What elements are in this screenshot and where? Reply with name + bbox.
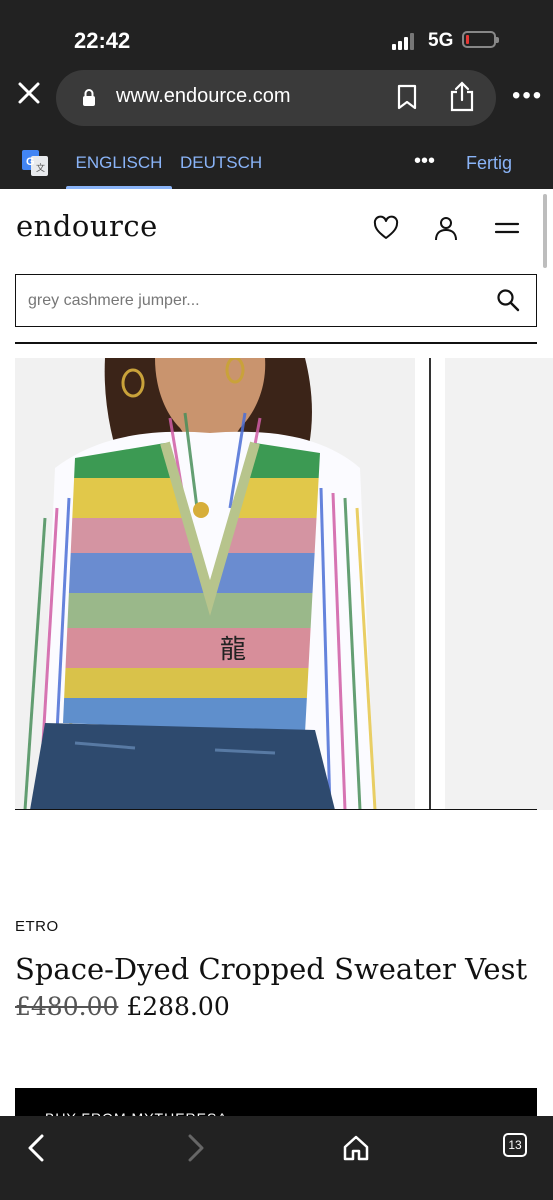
tab-target-language[interactable]: DEUTSCH [180, 140, 262, 189]
search-input[interactable] [26, 287, 470, 315]
site-logo[interactable]: endource [16, 209, 158, 243]
network-type: 5G [428, 30, 454, 51]
gallery-separator [429, 358, 431, 810]
lock-icon [83, 89, 95, 106]
svg-text:G: G [26, 156, 35, 168]
signal-icon [392, 32, 418, 50]
page-scrollbar[interactable] [543, 194, 547, 268]
heart-icon[interactable] [372, 214, 400, 242]
translate-done-button[interactable]: Fertig [466, 140, 512, 186]
google-translate-icon: G 文 [22, 150, 48, 176]
price-original: £480.00 [15, 992, 119, 1021]
forward-icon[interactable] [176, 1128, 216, 1168]
tab-source-language[interactable]: ENGLISCH [66, 140, 172, 189]
bookmark-icon[interactable] [396, 84, 418, 110]
gallery-divider [15, 809, 537, 810]
url-text: www.endource.com [116, 85, 291, 107]
more-icon[interactable]: ••• [512, 82, 543, 110]
share-icon[interactable] [448, 80, 476, 112]
search-icon[interactable] [496, 288, 520, 312]
browser-toolbar: www.endource.com ••• [0, 70, 553, 140]
back-icon[interactable] [16, 1128, 56, 1168]
svg-text:龍: 龍 [220, 635, 246, 665]
translate-more-icon[interactable]: ••• [414, 150, 435, 173]
close-icon[interactable] [14, 80, 44, 110]
product-price: £480.00 £288.00 [15, 992, 230, 1021]
product-title: Space-Dyed Cropped Sweater Vest [15, 952, 528, 986]
battery-icon [462, 31, 499, 48]
header-divider [15, 342, 537, 344]
svg-text:文: 文 [36, 162, 45, 173]
menu-icon[interactable] [493, 214, 521, 242]
status-time: 22:42 [74, 28, 131, 53]
product-image[interactable]: 龍 [15, 358, 415, 810]
account-icon[interactable] [432, 214, 460, 242]
translate-bar: G 文 ENGLISCH DEUTSCH ••• Fertig [0, 140, 553, 189]
address-bar[interactable]: www.endource.com [56, 70, 496, 126]
product-image-next[interactable] [445, 358, 553, 810]
tabs-count-icon[interactable]: 13 [503, 1133, 527, 1157]
product-designer[interactable]: ETRO [15, 918, 59, 935]
status-bar: 22:42 5G [0, 0, 553, 78]
browser-bottom-bar: 13 [0, 1116, 553, 1200]
home-icon[interactable] [336, 1128, 376, 1168]
search-box [15, 274, 537, 327]
price-sale: £288.00 [126, 992, 230, 1021]
